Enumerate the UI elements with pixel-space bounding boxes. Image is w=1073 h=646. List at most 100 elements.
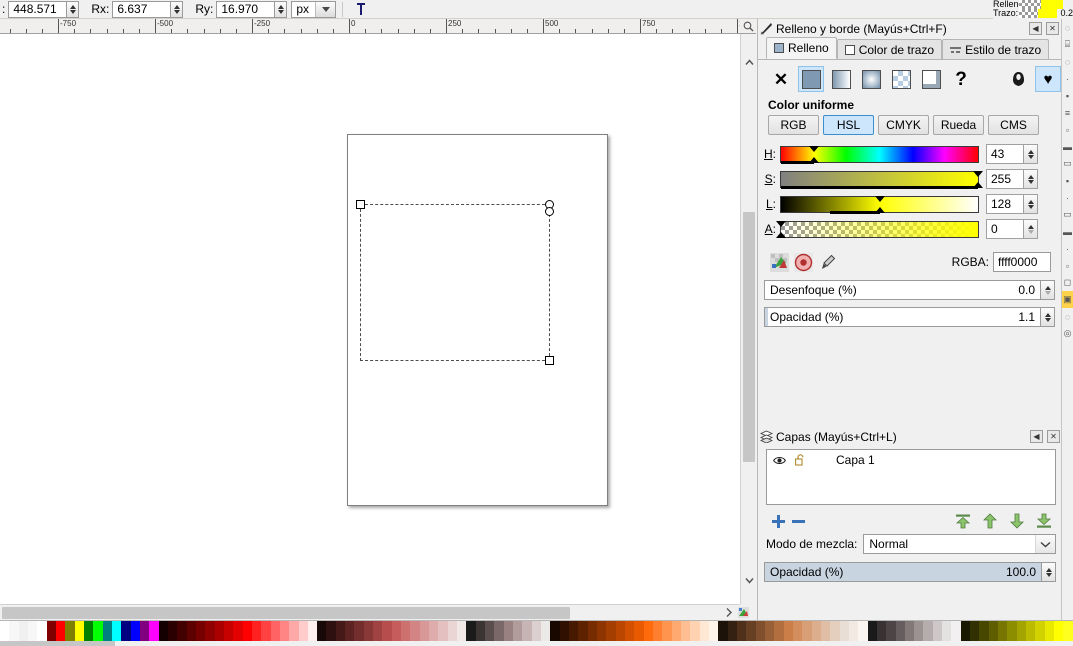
unlocked-icon[interactable] [795, 454, 805, 466]
palette-swatch[interactable] [65, 621, 74, 641]
palette-swatch[interactable] [1035, 621, 1044, 641]
palette-swatch[interactable] [522, 621, 531, 641]
canvas-vertical-scrollbar[interactable] [740, 34, 756, 604]
alpha-slider-track[interactable] [780, 221, 979, 238]
palette-swatch[interactable] [1026, 621, 1035, 641]
palette-swatch[interactable] [168, 621, 177, 641]
palette-swatch[interactable] [923, 621, 932, 641]
palette-swatch[interactable] [280, 621, 289, 641]
fill-swatch[interactable] [1019, 0, 1041, 9]
command-bar-button[interactable]: ▫ [1062, 121, 1073, 138]
canvas-horizontal-scrollbar[interactable] [0, 604, 740, 620]
command-bar-button[interactable]: ◌ [1062, 308, 1073, 325]
fill-rule-even-odd[interactable] [1005, 66, 1031, 92]
tab-color-de-trazo[interactable]: Color de trazo [837, 39, 942, 59]
palette-swatch[interactable] [1063, 621, 1072, 641]
palette-swatch[interactable] [979, 621, 988, 641]
palette-swatch[interactable] [149, 621, 158, 641]
command-bar-button[interactable]: ▪ [1062, 87, 1073, 104]
layers-collapse-button[interactable]: ◀ [1030, 430, 1043, 443]
palette-swatch[interactable] [578, 621, 587, 641]
fill-opacity-spin-buttons[interactable] [1041, 307, 1055, 327]
palette-swatch[interactable] [504, 621, 513, 641]
raise-layer-to-top-button[interactable] [953, 512, 973, 530]
palette-swatch[interactable] [644, 621, 653, 641]
palette-scrollbar[interactable] [0, 641, 1073, 646]
saturation-value-input[interactable]: 255 [986, 169, 1024, 189]
fill-type-flat-color[interactable] [798, 66, 824, 92]
spin-up-icon[interactable] [70, 5, 76, 9]
palette-swatch[interactable] [84, 621, 93, 641]
palette-swatch[interactable] [326, 621, 335, 641]
unit-dropdown-button[interactable] [315, 2, 335, 17]
palette-swatch[interactable] [224, 621, 233, 641]
palette-swatch[interactable] [0, 621, 9, 641]
fill-type-linear-gradient[interactable] [828, 66, 854, 92]
blur-spin-buttons[interactable] [1041, 280, 1055, 300]
alpha-spin-buttons[interactable] [1024, 219, 1038, 239]
palette-swatch[interactable] [37, 621, 46, 641]
palette-swatch[interactable] [933, 621, 942, 641]
color-managed-icon[interactable] [770, 253, 789, 272]
palette-swatch[interactable] [849, 621, 858, 641]
palette-swatch[interactable] [905, 621, 914, 641]
spin-up-icon[interactable] [174, 5, 180, 9]
saturation-spin-buttons[interactable] [1024, 169, 1038, 189]
palette-swatch[interactable] [457, 621, 466, 641]
palette-swatch[interactable] [737, 621, 746, 641]
palette-swatch[interactable] [9, 621, 18, 641]
palette-swatch[interactable] [233, 621, 242, 641]
palette-swatch[interactable] [728, 621, 737, 641]
lightness-slider-track[interactable] [780, 196, 979, 213]
palette-swatch[interactable] [243, 621, 252, 641]
command-bar-button[interactable]: ▬ [1062, 138, 1073, 155]
fill-stroke-close-button[interactable]: ✕ [1046, 22, 1059, 35]
hue-slider-cursor-bottom[interactable] [809, 157, 819, 163]
alpha-value-input[interactable]: 0 [986, 219, 1024, 239]
palette-swatch[interactable] [961, 621, 970, 641]
eyedropper-icon[interactable] [818, 253, 837, 272]
palette-swatch[interactable] [252, 621, 261, 641]
palette-swatch[interactable] [812, 621, 821, 641]
raise-layer-button[interactable] [980, 512, 1000, 530]
add-layer-button[interactable] [768, 512, 788, 530]
rx-stepper[interactable]: 6.637 [112, 1, 183, 18]
palette-swatch[interactable] [616, 621, 625, 641]
vertical-scroll-thumb[interactable] [743, 212, 755, 462]
palette-swatch[interactable] [47, 621, 56, 641]
palette-swatch[interactable] [886, 621, 895, 641]
command-bar-button[interactable]: ◎ [1062, 325, 1073, 342]
lightness-spin-buttons[interactable] [1024, 194, 1038, 214]
palette-swatch[interactable] [1007, 621, 1016, 641]
palette-swatch[interactable] [756, 621, 765, 641]
lower-layer-to-bottom-button[interactable] [1034, 512, 1054, 530]
color-mode-rueda[interactable]: Rueda [933, 115, 984, 135]
palette-swatch[interactable] [560, 621, 569, 641]
color-mode-cmyk[interactable]: CMYK [878, 115, 929, 135]
palette-swatch[interactable] [103, 621, 112, 641]
palette-swatch[interactable] [494, 621, 503, 641]
stroke-color-swatch[interactable] [1038, 9, 1057, 18]
palette-swatch[interactable] [681, 621, 690, 641]
lightness-slider-cursor-top[interactable] [875, 196, 885, 202]
alpha-slider-cursor-top[interactable] [776, 221, 786, 227]
palette-swatch[interactable] [541, 621, 550, 641]
palette-swatch[interactable] [289, 621, 298, 641]
color-mode-rgb[interactable]: RGB [768, 115, 819, 135]
palette-swatch[interactable] [830, 621, 839, 641]
rect-width-input[interactable]: 448.571 [8, 1, 66, 18]
fill-type-swatch[interactable] [918, 66, 944, 92]
palette-swatch[interactable] [802, 621, 811, 641]
stroke-indicator-row[interactable]: Trazo: 0.2 [993, 9, 1073, 18]
command-bar-button[interactable]: · [1062, 70, 1073, 87]
palette-swatch[interactable] [998, 621, 1007, 641]
rect-width-spin-buttons[interactable] [66, 1, 79, 18]
palette-swatch[interactable] [448, 621, 457, 641]
command-bar-button[interactable]: ≡ [1062, 104, 1073, 121]
rect-width-stepper[interactable]: 448.571 [8, 1, 79, 18]
palette-swatch[interactable] [840, 621, 849, 641]
command-bar-button[interactable]: ▫ [1062, 257, 1073, 274]
spin-down-icon[interactable] [174, 10, 180, 14]
palette-swatch[interactable] [429, 621, 438, 641]
palette-swatch[interactable] [868, 621, 877, 641]
